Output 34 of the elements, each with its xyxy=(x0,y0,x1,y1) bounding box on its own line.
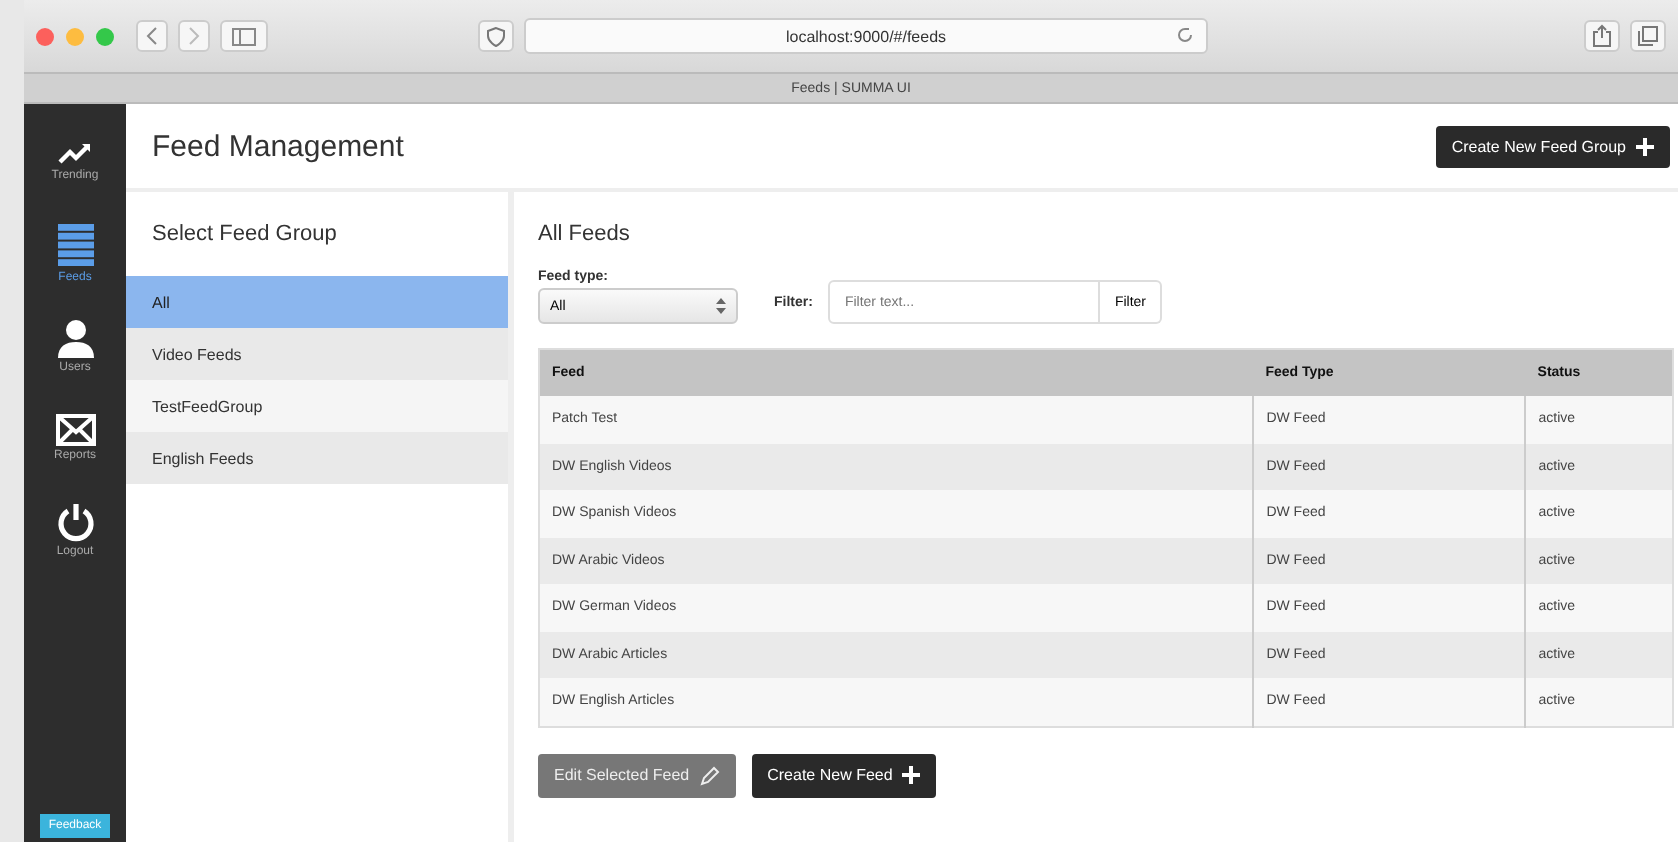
tabs-icon xyxy=(1638,26,1658,46)
power-icon xyxy=(55,502,95,542)
privacy-button[interactable] xyxy=(478,20,514,52)
feed-group-item[interactable]: All xyxy=(126,276,508,328)
create-feed-group-button[interactable]: Create New Feed Group xyxy=(1435,125,1670,167)
page-title: Feed Management xyxy=(152,129,404,163)
plus-icon xyxy=(1636,137,1654,155)
feed-group-item[interactable]: English Feeds xyxy=(126,432,508,484)
forward-button[interactable] xyxy=(178,20,210,52)
share-button[interactable] xyxy=(1584,20,1620,52)
list-icon xyxy=(57,224,93,268)
user-icon xyxy=(57,318,93,358)
envelope-icon xyxy=(55,414,95,446)
panel-title: All Feeds xyxy=(538,220,632,250)
sidebar-icon xyxy=(232,27,256,45)
zoom-button[interactable] xyxy=(96,27,114,45)
trend-line-icon xyxy=(57,142,93,166)
address-bar[interactable]: localhost:9000/#/feeds xyxy=(524,18,1208,54)
dropdown-arrows-icon xyxy=(716,298,726,314)
sidebar-button[interactable] xyxy=(220,20,268,52)
shield-icon xyxy=(486,25,506,47)
forward-icon xyxy=(186,26,202,46)
tabs-button[interactable] xyxy=(1630,20,1666,52)
feed-group-item[interactable]: TestFeedGroup xyxy=(126,380,508,432)
back-button[interactable] xyxy=(136,20,168,52)
close-button[interactable] xyxy=(36,27,54,45)
back-icon xyxy=(144,26,160,46)
share-icon xyxy=(1592,24,1612,48)
create-feed-button[interactable]: Create New Feed xyxy=(751,753,937,797)
feed-group-item[interactable]: Video Feeds xyxy=(126,328,508,380)
plus-icon xyxy=(902,766,921,784)
reload-icon xyxy=(1176,26,1194,44)
pencil-icon xyxy=(699,765,720,785)
panel-title: Select Feed Group xyxy=(150,220,339,250)
